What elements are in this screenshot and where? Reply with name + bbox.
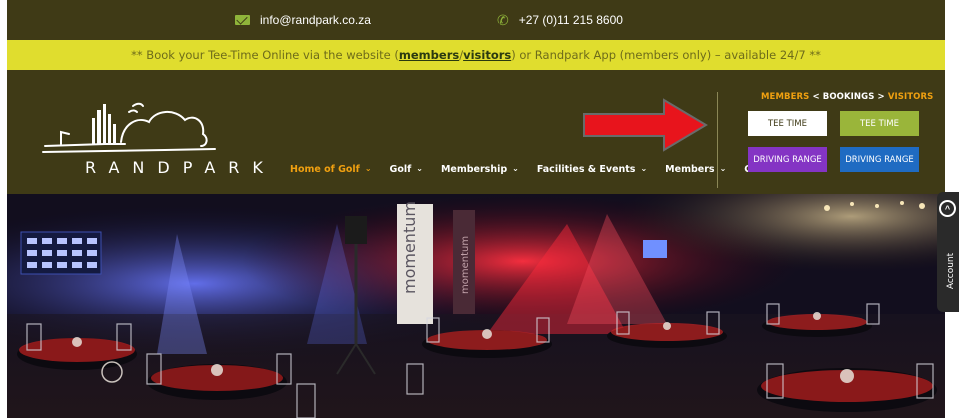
phone-link[interactable]: ✆ +27 (0)11 215 8600 — [497, 13, 623, 27]
main-nav: Home of Golf ⌄ Golf ⌄ Membership ⌄ Facil… — [290, 164, 786, 175]
bookings-heading: MEMBERS < BOOKINGS > VISITORS — [761, 92, 933, 102]
nav-facilities-events[interactable]: Facilities & Events ⌄ — [537, 164, 647, 175]
chevron-down-icon: ⌄ — [364, 163, 372, 173]
phone-text[interactable]: +27 (0)11 215 8600 — [519, 13, 623, 27]
account-label[interactable]: Account — [946, 253, 956, 289]
chevron-down-icon: ⌄ — [512, 163, 519, 173]
red-arrow-icon — [583, 98, 708, 152]
visitors-link[interactable]: visitors — [463, 48, 511, 62]
announcement-suffix: ) or Randpark App (members only) – avail… — [511, 48, 821, 62]
nav-label: Membership — [440, 164, 508, 175]
bookings-visitors-label: VISITORS — [887, 92, 934, 102]
members-tee-time-button[interactable]: TEE TIME — [748, 111, 827, 136]
chevron-down-icon: ⌄ — [719, 163, 727, 173]
bookings-members-label: MEMBERS — [761, 92, 810, 102]
hero-image: momentum momentum — [7, 194, 945, 418]
site-header: RANDPARK Home of Golf ⌄ Golf ⌄ Membershi… — [7, 70, 945, 194]
email-text[interactable]: info@randpark.co.za — [260, 13, 371, 27]
members-driving-range-button[interactable]: DRIVING RANGE — [748, 147, 827, 172]
bookings-gt: > — [877, 92, 885, 102]
nav-home-of-golf[interactable]: Home of Golf ⌄ — [290, 164, 372, 175]
banner-text: momentum — [460, 236, 471, 294]
visitors-tee-time-button[interactable]: TEE TIME — [840, 111, 919, 136]
chevron-up-icon[interactable]: ^ — [939, 200, 956, 217]
banner-text: momentum — [400, 201, 419, 294]
envelope-icon — [235, 15, 250, 25]
chevron-down-icon: ⌄ — [640, 163, 648, 173]
members-link[interactable]: members — [399, 48, 459, 62]
brand-name[interactable]: RANDPARK — [85, 158, 276, 177]
nav-label: Facilities & Events — [536, 164, 636, 175]
nav-golf[interactable]: Golf ⌄ — [390, 164, 423, 175]
announcement-bar: ** Book your Tee-Time Online via the web… — [7, 40, 945, 70]
event-venue-photo: momentum momentum — [7, 194, 945, 418]
page-frame: info@randpark.co.za ✆ +27 (0)11 215 8600… — [7, 0, 945, 418]
nav-label: Golf — [389, 164, 412, 175]
bookings-lt: < — [812, 92, 820, 102]
header-divider — [717, 92, 718, 188]
email-link[interactable]: info@randpark.co.za — [235, 13, 371, 27]
phone-icon: ✆ — [497, 12, 509, 28]
account-tab[interactable]: ^ Account — [937, 192, 959, 312]
visitors-driving-range-button[interactable]: DRIVING RANGE — [840, 147, 919, 172]
nav-membership[interactable]: Membership ⌄ — [441, 164, 519, 175]
nav-label: Home of Golf — [290, 164, 360, 175]
nav-label: Members — [665, 164, 715, 175]
chevron-down-icon: ⌄ — [416, 163, 423, 173]
bookings-label: BOOKINGS — [822, 92, 875, 102]
contact-bar: info@randpark.co.za ✆ +27 (0)11 215 8600 — [7, 0, 945, 40]
announcement-prefix: ** Book your Tee-Time Online via the web… — [131, 48, 399, 62]
